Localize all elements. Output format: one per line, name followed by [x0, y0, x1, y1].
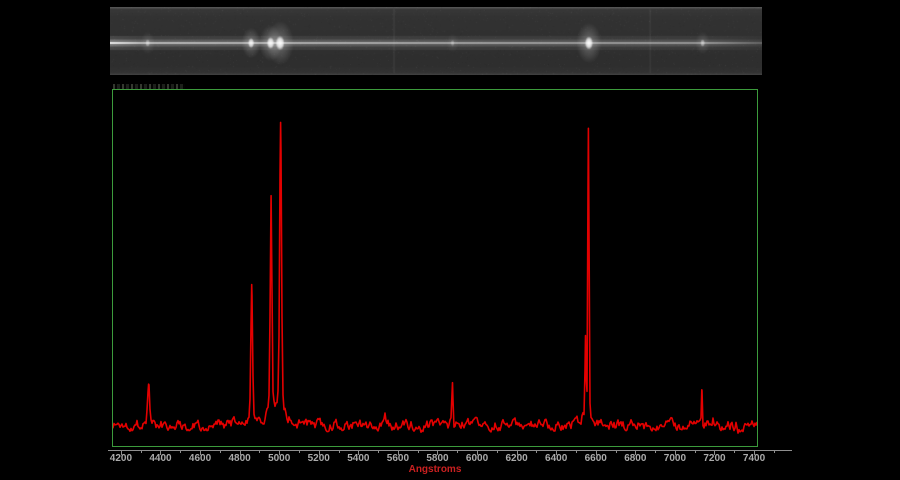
x-tick-label: 6200	[500, 453, 534, 464]
x-tick-minor	[180, 450, 181, 453]
x-tick-label: 6800	[618, 453, 652, 464]
x-tick-minor	[576, 450, 577, 453]
x-tick-minor	[536, 450, 537, 453]
faint-text-smudge	[113, 84, 185, 89]
x-tick-label: 4400	[143, 453, 177, 464]
spectrum-analysis-page: 4200 4400 4600 4800 5000 5200 5400 5600 5800 6000…	[0, 0, 900, 480]
x-tick-label: 5200	[302, 453, 336, 464]
x-tick-minor	[259, 450, 260, 453]
x-tick-label: 4600	[183, 453, 217, 464]
x-tick-minor	[378, 450, 379, 453]
x-tick-minor	[141, 450, 142, 453]
x-tick-label: 7000	[658, 453, 692, 464]
x-tick-minor	[616, 450, 617, 453]
x-tick-minor	[695, 450, 696, 453]
x-axis-line	[108, 450, 792, 451]
x-tick-minor	[734, 450, 735, 453]
x-tick-label: 4800	[223, 453, 257, 464]
x-tick-minor	[339, 450, 340, 453]
x-tick-label: 5000	[262, 453, 296, 464]
x-tick-label: 6400	[539, 453, 573, 464]
x-tick-minor	[655, 450, 656, 453]
x-tick-label: 6000	[460, 453, 494, 464]
x-tick-minor	[220, 450, 221, 453]
x-axis-label: Angstroms	[112, 464, 758, 475]
x-tick-minor	[457, 450, 458, 453]
x-tick-label: 7400	[737, 453, 771, 464]
x-tick-label: 7200	[697, 453, 731, 464]
x-tick-label: 4200	[104, 453, 138, 464]
x-tick-minor	[418, 450, 419, 453]
x-tick-label: 5400	[341, 453, 375, 464]
x-axis: 4200 4400 4600 4800 5000 5200 5400 5600 5800 6000…	[0, 0, 900, 480]
x-tick-label: 5600	[381, 453, 415, 464]
x-tick-minor	[774, 450, 775, 453]
x-tick-label: 5800	[420, 453, 454, 464]
x-tick-minor	[497, 450, 498, 453]
x-tick-label: 6600	[579, 453, 613, 464]
x-tick-minor	[299, 450, 300, 453]
